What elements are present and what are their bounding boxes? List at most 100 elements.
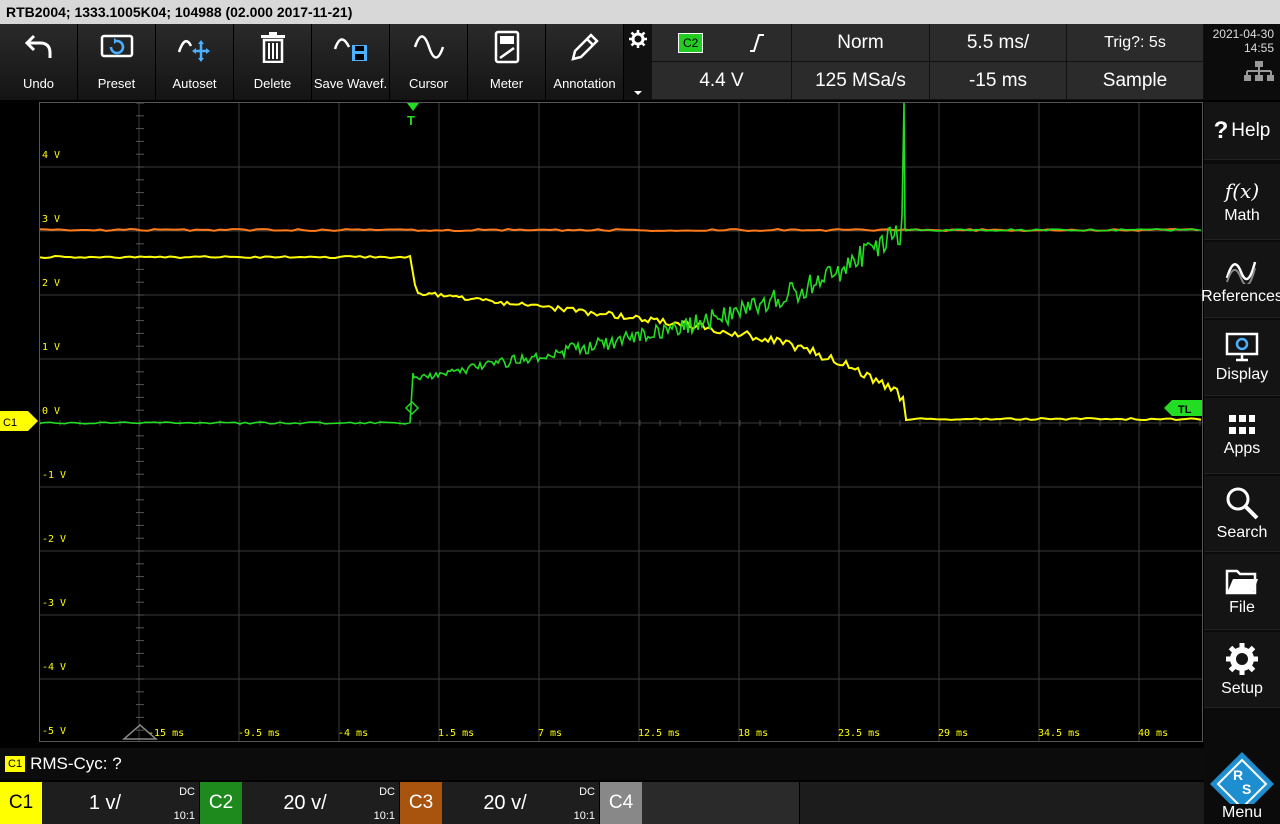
- c4-tag: C4: [600, 782, 642, 824]
- c1-scale: 1 v/: [60, 782, 150, 824]
- channel-c4[interactable]: C4: [600, 782, 800, 824]
- y-tick-label: -5 V: [42, 726, 66, 737]
- c2-scale: 20 v/: [260, 782, 350, 824]
- y-tick-label: -3 V: [42, 598, 66, 609]
- search-button[interactable]: Search: [1204, 476, 1280, 552]
- autoset-button[interactable]: Autoset: [156, 24, 234, 100]
- autoset-icon: [177, 32, 213, 62]
- delete-button[interactable]: Delete: [234, 24, 312, 100]
- acquisition-mode[interactable]: Sample: [1067, 62, 1204, 100]
- math-label: Math: [1224, 207, 1260, 225]
- channel-c1[interactable]: C1 1 v/ DC 10:1: [0, 782, 200, 824]
- trigger-source-badge: C2: [678, 33, 703, 53]
- toolbar-settings-button[interactable]: [624, 24, 652, 100]
- c2-trace: [40, 103, 1201, 424]
- cursor-icon: [413, 32, 445, 62]
- right-menu: ? Help f(x) Math References Display Apps…: [1204, 102, 1280, 748]
- annotation-button[interactable]: Annotation: [546, 24, 624, 100]
- measurement-channel-badge: C1: [5, 756, 25, 772]
- channel-bar: C1 1 v/ DC 10:1 C2 20 v/ DC 10:1 C3 20 v…: [0, 782, 1204, 824]
- setup-button[interactable]: Setup: [1204, 632, 1280, 708]
- toolbar: Undo Preset Autoset Delete Save Wavef. C…: [0, 24, 652, 100]
- preset-label: Preset: [98, 76, 136, 91]
- x-tick-label: -9.5 ms: [238, 728, 280, 739]
- c3-coupling: DC: [579, 786, 595, 798]
- time-text: 14:55: [1204, 41, 1274, 55]
- trigger-slope-button[interactable]: [722, 24, 792, 62]
- setup-label: Setup: [1221, 680, 1263, 698]
- references-icon: [1225, 254, 1259, 284]
- math-icon: f(x): [1225, 179, 1259, 203]
- timebase[interactable]: 5.5 ms/: [930, 24, 1067, 62]
- apps-button[interactable]: Apps: [1204, 398, 1280, 474]
- y-tick-label: 0 V: [42, 406, 60, 417]
- search-icon: [1225, 486, 1259, 520]
- file-button[interactable]: File: [1204, 554, 1280, 630]
- horizontal-position[interactable]: -15 ms: [930, 62, 1067, 100]
- apps-icon: [1228, 414, 1256, 436]
- c1-tag: C1: [0, 782, 42, 824]
- trigger-marker-label: T: [407, 113, 415, 128]
- y-tick-label: -1 V: [42, 470, 66, 481]
- c1-offset-marker[interactable]: C1: [0, 410, 40, 432]
- y-tick-label: 3 V: [42, 214, 60, 225]
- y-tick-label: -2 V: [42, 534, 66, 545]
- trigger-mode[interactable]: Norm: [792, 24, 930, 62]
- save-waveform-icon: [333, 31, 369, 63]
- preset-icon: [100, 33, 134, 61]
- c2-probe: 10:1: [374, 810, 395, 822]
- trigger-point-marker: [406, 402, 418, 414]
- chevron-down-icon: [633, 90, 643, 96]
- c3-tag: C3: [400, 782, 442, 824]
- math-button[interactable]: f(x) Math: [1204, 164, 1280, 240]
- save-waveform-button[interactable]: Save Wavef.: [312, 24, 390, 100]
- help-label: Help: [1231, 120, 1270, 142]
- x-tick-label: 18 ms: [738, 728, 768, 739]
- trigger-level-label: TL: [1178, 404, 1192, 416]
- waveform-display[interactable]: 4 V3 V2 V1 V0 V -1 V -2 V -3 V -4 V -5 V -15 m…: [39, 102, 1203, 742]
- acquisition-panel: C2 4.4 V Norm 125 MSa/s 5.5 ms/ -15 ms T…: [652, 24, 1204, 100]
- folder-icon: [1225, 567, 1259, 595]
- channel-c2[interactable]: C2 20 v/ DC 10:1: [200, 782, 400, 824]
- cursor-button[interactable]: Cursor: [390, 24, 468, 100]
- c1-marker-label: C1: [3, 417, 17, 429]
- cursor-label: Cursor: [409, 76, 448, 91]
- c2-tag: C2: [200, 782, 242, 824]
- x-tick-label: -4 ms: [338, 728, 368, 739]
- references-label: References: [1201, 288, 1280, 306]
- rising-edge-icon: [749, 33, 765, 53]
- menu-button[interactable]: R S Menu: [1204, 748, 1280, 824]
- x-tick-label: 34.5 ms: [1038, 728, 1080, 739]
- trash-icon: [260, 31, 286, 63]
- references-button[interactable]: References: [1204, 242, 1280, 318]
- y-tick-label: -4 V: [42, 662, 66, 673]
- pencil-icon: [569, 31, 601, 63]
- preset-button[interactable]: Preset: [78, 24, 156, 100]
- c1-probe: 10:1: [174, 810, 195, 822]
- save-waveform-label: Save Wavef.: [314, 76, 387, 91]
- y-tick-label: 4 V: [42, 150, 60, 161]
- c3-scale: 20 v/: [460, 782, 550, 824]
- delete-label: Delete: [254, 76, 292, 91]
- title-bar: RTB2004; 1333.1005K04; 104988 (02.000 20…: [0, 0, 1280, 24]
- help-button[interactable]: ? Help: [1204, 102, 1280, 160]
- sample-rate: 125 MSa/s: [792, 62, 930, 100]
- c3-probe: 10:1: [574, 810, 595, 822]
- c2-coupling: DC: [379, 786, 395, 798]
- undo-icon: [24, 32, 54, 62]
- apps-label: Apps: [1224, 440, 1260, 458]
- meter-button[interactable]: Meter: [468, 24, 546, 100]
- x-tick-label: 7 ms: [538, 728, 562, 739]
- trigger-level[interactable]: 4.4 V: [652, 62, 792, 100]
- search-label: Search: [1217, 524, 1268, 542]
- x-tick-label: 40 ms: [1138, 728, 1168, 739]
- y-tick-label: 1 V: [42, 342, 60, 353]
- undo-label: Undo: [23, 76, 54, 91]
- measurement-bar[interactable]: C1 RMS-Cyc: ?: [0, 748, 1204, 780]
- x-tick-label: 23.5 ms: [838, 728, 880, 739]
- date-text: 2021-04-30: [1204, 27, 1274, 41]
- channel-c3[interactable]: C3 20 v/ DC 10:1: [400, 782, 600, 824]
- undo-button[interactable]: Undo: [0, 24, 78, 100]
- display-button[interactable]: Display: [1204, 320, 1280, 396]
- svg-text:S: S: [1242, 781, 1251, 797]
